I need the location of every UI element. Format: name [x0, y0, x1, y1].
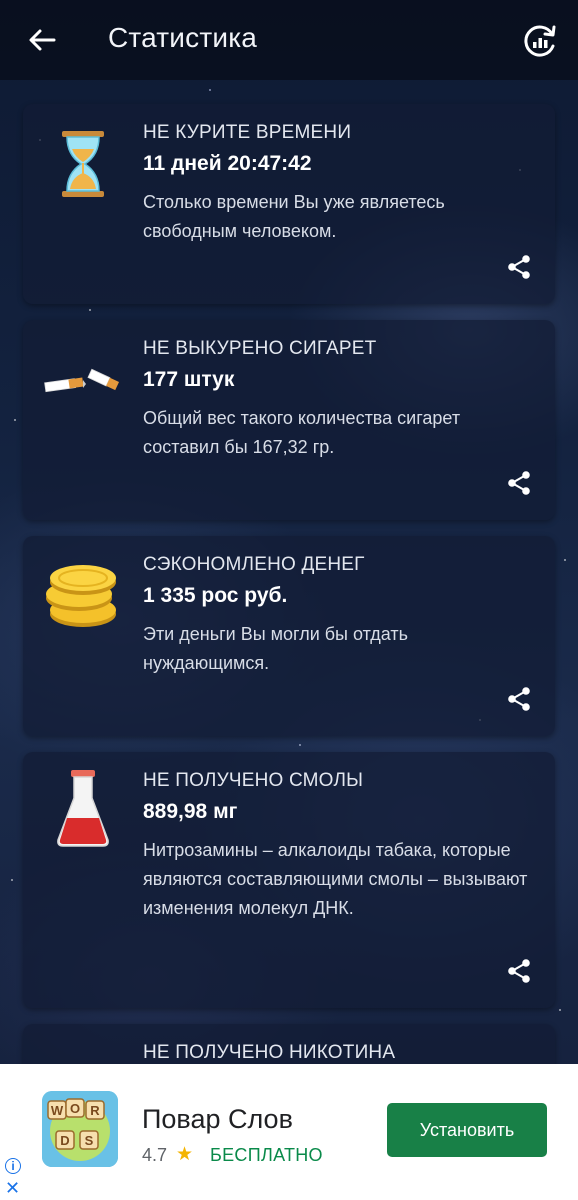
words-game-icon[interactable]: W O R D S — [42, 1091, 118, 1167]
card-value: 1 335 рос руб. — [143, 584, 288, 607]
hourglass-icon — [43, 124, 123, 204]
page-title: Статистика — [108, 22, 258, 53]
card-value: 889,98 мг — [143, 800, 238, 823]
share-button[interactable] — [505, 685, 533, 713]
back-button[interactable] — [26, 24, 58, 56]
broken-cigarette-icon — [43, 340, 123, 420]
tile-letter-o: O — [70, 1101, 80, 1116]
tile-letter-d: D — [60, 1133, 69, 1148]
share-button[interactable] — [505, 469, 533, 497]
stat-card-time: НЕ КУРИТЕ ВРЕМЕНИ 11 дней 20:47:42 Столь… — [23, 104, 555, 304]
share-icon — [508, 471, 530, 495]
card-label: НЕ ПОЛУЧЕНО СМОЛЫ — [143, 770, 364, 791]
card-description: Столько времени Вы уже являетесь свободн… — [143, 192, 445, 241]
arrow-left-icon — [29, 29, 56, 51]
card-description: Эти деньги Вы могли бы отдать нуждающимс… — [143, 624, 408, 673]
tile-letter-r: R — [90, 1103, 100, 1118]
tile-letter-s: S — [85, 1133, 94, 1148]
refresh-chart-icon — [524, 25, 556, 57]
card-value: 11 дней 20:47:42 — [143, 152, 312, 175]
stats-refresh-button[interactable] — [522, 22, 558, 58]
stat-card-cigarettes: НЕ ВЫКУРЕНО СИГАРЕТ 177 штук Общий вес т… — [23, 320, 555, 520]
coins-icon — [43, 554, 123, 634]
card-label: НЕ КУРИТЕ ВРЕМЕНИ — [143, 122, 352, 143]
card-description: Общий вес такого количества сигарет сост… — [143, 408, 461, 457]
stat-card-money: СЭКОНОМЛЕНО ДЕНЕГ 1 335 рос руб. Эти ден… — [23, 536, 555, 736]
close-icon[interactable]: ✕ — [5, 1178, 20, 1199]
share-button[interactable] — [505, 253, 533, 281]
ad-banner[interactable]: W O R D S Повар Слов 4.7 ★ БЕСПЛАТНО Уст… — [0, 1064, 578, 1200]
card-description: Нитрозамины – алкалоиды табака, которые … — [143, 840, 528, 918]
share-button[interactable] — [505, 957, 533, 985]
card-label: НЕ ВЫКУРЕНО СИГАРЕТ — [143, 338, 377, 359]
star-icon: ★ — [176, 1144, 194, 1165]
stat-card-tar: НЕ ПОЛУЧЕНО СМОЛЫ 889,98 мг Нитрозамины … — [23, 752, 555, 1008]
card-label: НЕ ПОЛУЧЕНО НИКОТИНА — [143, 1042, 396, 1063]
ad-price: БЕСПЛАТНО — [210, 1145, 323, 1165]
app-bar: Статистика — [0, 0, 578, 80]
tile-letter-w: W — [51, 1103, 64, 1118]
flask-icon — [43, 768, 123, 848]
card-value: 177 штук — [143, 368, 235, 391]
info-icon[interactable]: i — [5, 1158, 21, 1174]
card-label: СЭКОНОМЛЕНО ДЕНЕГ — [143, 554, 365, 575]
install-button[interactable]: Установить — [387, 1103, 547, 1157]
share-icon — [508, 959, 530, 983]
share-icon — [508, 255, 530, 279]
ad-rating: 4.7 — [142, 1145, 168, 1165]
share-icon — [508, 687, 530, 711]
ad-app-name[interactable]: Повар Слов — [142, 1104, 293, 1135]
